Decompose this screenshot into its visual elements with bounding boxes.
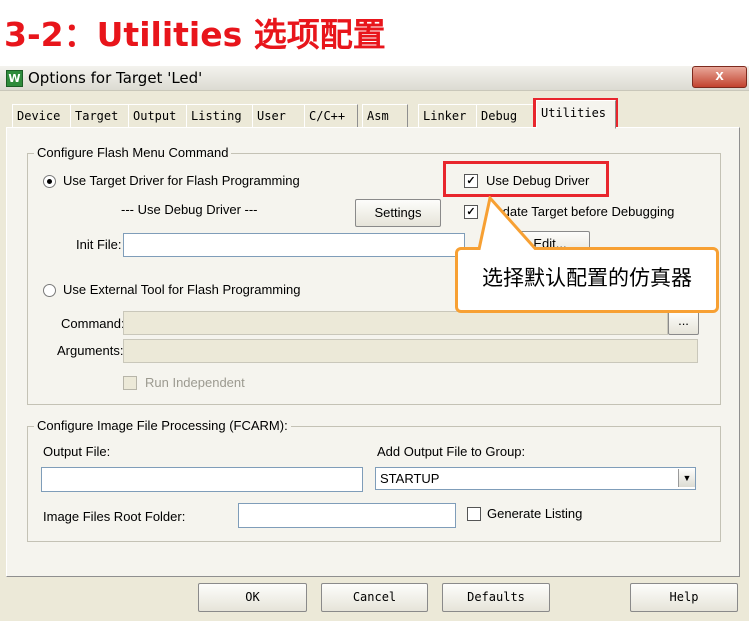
output-file-input[interactable]	[41, 467, 363, 492]
group-select-value: STARTUP	[380, 471, 440, 486]
tab-asm[interactable]: Asm	[362, 104, 408, 127]
callout-box: 选择默认配置的仿真器	[455, 247, 719, 313]
tab-output[interactable]: Output	[128, 104, 190, 127]
arguments-input[interactable]	[123, 339, 698, 363]
page-heading: 3-2：Utilities 选项配置	[4, 15, 386, 54]
callout-pointer	[476, 196, 546, 256]
generate-listing-label: Generate Listing	[487, 506, 583, 521]
flash-group-legend: Configure Flash Menu Command	[34, 145, 232, 160]
init-file-input[interactable]	[123, 233, 465, 257]
run-independent-label: Run Independent	[145, 375, 245, 390]
run-independent-checkbox[interactable]	[123, 376, 137, 390]
tab-target[interactable]: Target	[70, 104, 132, 127]
root-folder-label: Image Files Root Folder:	[43, 509, 186, 524]
tab-debug[interactable]: Debug	[476, 104, 538, 127]
output-file-label: Output File:	[43, 444, 111, 459]
radio-selected-dot	[47, 179, 52, 184]
arguments-label: Arguments:	[57, 343, 124, 358]
close-icon: x	[715, 67, 724, 84]
tab-c-cpp[interactable]: C/C++	[304, 104, 358, 127]
ok-button[interactable]: OK	[198, 583, 307, 612]
close-button[interactable]: x	[692, 66, 747, 88]
defaults-button[interactable]: Defaults	[442, 583, 550, 612]
tab-listing[interactable]: Listing	[186, 104, 258, 127]
app-icon: W	[6, 70, 23, 87]
radio-target-driver[interactable]	[43, 175, 56, 188]
help-button[interactable]: Help	[630, 583, 738, 612]
tab-linker[interactable]: Linker	[418, 104, 480, 127]
command-label: Command:	[61, 316, 125, 331]
tab-utilities[interactable]: Utilities	[536, 100, 616, 129]
radio-target-driver-label: Use Target Driver for Flash Programming	[63, 173, 300, 188]
generate-listing-checkbox[interactable]	[467, 507, 481, 521]
root-folder-input[interactable]	[238, 503, 456, 528]
init-file-label: Init File:	[76, 237, 122, 252]
group-select[interactable]: STARTUP ▼	[375, 467, 696, 490]
tab-user[interactable]: User	[252, 104, 306, 127]
image-group-legend: Configure Image File Processing (FCARM):	[34, 418, 291, 433]
driver-label: --- Use Debug Driver ---	[121, 202, 258, 217]
radio-external-tool-label: Use External Tool for Flash Programming	[63, 282, 301, 297]
cancel-button[interactable]: Cancel	[321, 583, 428, 612]
command-input[interactable]	[123, 311, 668, 335]
browse-button[interactable]: ...	[668, 311, 699, 335]
window-title: Options for Target 'Led'	[28, 69, 203, 87]
chevron-down-icon[interactable]: ▼	[678, 469, 695, 487]
add-output-label: Add Output File to Group:	[377, 444, 526, 459]
debug-driver-highlight-box	[443, 161, 609, 197]
radio-external-tool[interactable]	[43, 284, 56, 297]
settings-button[interactable]: Settings	[355, 199, 441, 227]
tab-device[interactable]: Device	[12, 104, 74, 127]
